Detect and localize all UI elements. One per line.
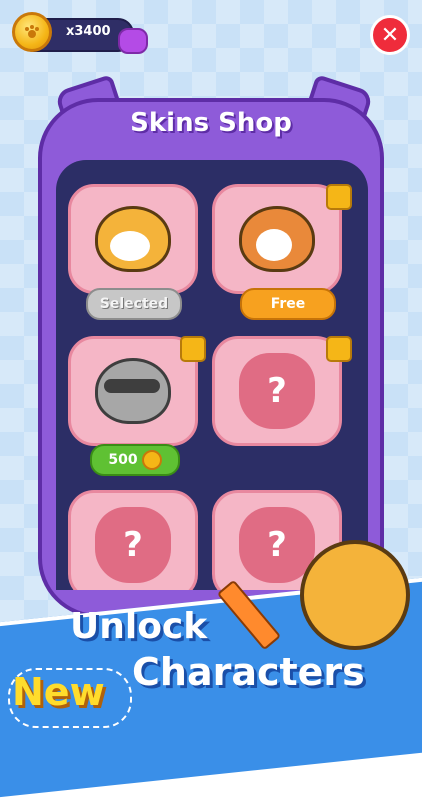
skin-tile-raccoon[interactable] bbox=[68, 336, 198, 446]
lock-icon bbox=[180, 336, 206, 362]
banner-line-unlock: Unlock bbox=[70, 606, 208, 647]
banner-line-characters: Characters bbox=[132, 650, 365, 694]
free-button[interactable]: Free bbox=[240, 288, 336, 320]
close-icon: ✕ bbox=[380, 22, 400, 48]
mystery-dog-silhouette: ? bbox=[239, 507, 315, 583]
lock-icon bbox=[326, 184, 352, 210]
skin-tile-corgi[interactable] bbox=[212, 184, 342, 294]
corgi-avatar bbox=[239, 206, 315, 272]
coin-count: x3400 bbox=[66, 24, 111, 39]
raccoon-avatar bbox=[95, 358, 171, 424]
skins-grid: Selected Free 500 ? ? ? bbox=[56, 160, 368, 590]
close-button[interactable]: ✕ bbox=[370, 15, 410, 55]
banner-new: New bbox=[12, 670, 105, 714]
skin-tile-mystery-rabbit[interactable]: ? bbox=[68, 490, 198, 590]
coin-icon bbox=[141, 450, 162, 470]
mystery-rabbit-silhouette: ? bbox=[95, 507, 171, 583]
page-title: Skins Shop bbox=[130, 108, 292, 138]
mystery-cat-silhouette: ? bbox=[239, 353, 315, 429]
price-button[interactable]: 500 bbox=[90, 444, 180, 476]
buy-coins-button[interactable] bbox=[118, 28, 148, 54]
shiba-mascot bbox=[300, 540, 410, 650]
selected-button[interactable]: Selected bbox=[86, 288, 182, 320]
paw-coin-icon bbox=[12, 12, 52, 52]
skin-tile-shiba[interactable] bbox=[68, 184, 198, 294]
price-label: 500 bbox=[108, 452, 138, 468]
shiba-avatar bbox=[95, 206, 171, 272]
lock-icon bbox=[326, 336, 352, 362]
skin-tile-mystery-cat[interactable]: ? bbox=[212, 336, 342, 446]
